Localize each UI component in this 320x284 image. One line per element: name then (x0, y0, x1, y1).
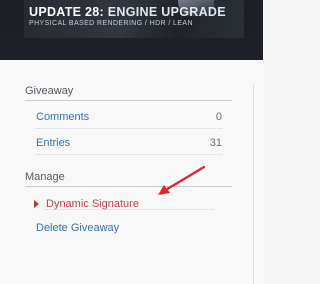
entries-link[interactable]: Entries (36, 137, 70, 149)
banner-title: UPDATE 28: ENGINE UPGRADE (29, 5, 226, 19)
giveaway-heading: Giveaway (25, 85, 74, 97)
banner-subtitle: PHYSICAL BASED RENDERING / HDR / LEAN (29, 20, 193, 27)
manage-heading: Manage (25, 171, 65, 183)
delete-giveaway-item[interactable]: Delete Giveaway (36, 222, 119, 234)
delete-giveaway-link[interactable]: Delete Giveaway (36, 222, 119, 234)
row-separator (36, 154, 222, 155)
giveaway-heading-rule (25, 100, 232, 101)
active-bullet-icon (34, 200, 39, 208)
entries-count: 31 (209, 137, 222, 149)
banner-title-prefix: UPDATE 28: (29, 5, 108, 19)
banner-footer-band (0, 38, 263, 60)
banner-title-accent: ENGINE UPGRADE (107, 5, 226, 19)
panel-divider (253, 84, 254, 284)
row-separator (36, 128, 222, 129)
promo-banner[interactable]: UPDATE 28: ENGINE UPGRADE PHYSICAL BASED… (0, 0, 263, 60)
red-arrow-icon (158, 165, 206, 195)
comments-link[interactable]: Comments (36, 111, 89, 123)
row-separator (44, 209, 214, 210)
entries-row[interactable]: Entries 31 (36, 135, 222, 151)
comments-row[interactable]: Comments 0 (36, 109, 222, 125)
comments-count: 0 (215, 111, 222, 123)
